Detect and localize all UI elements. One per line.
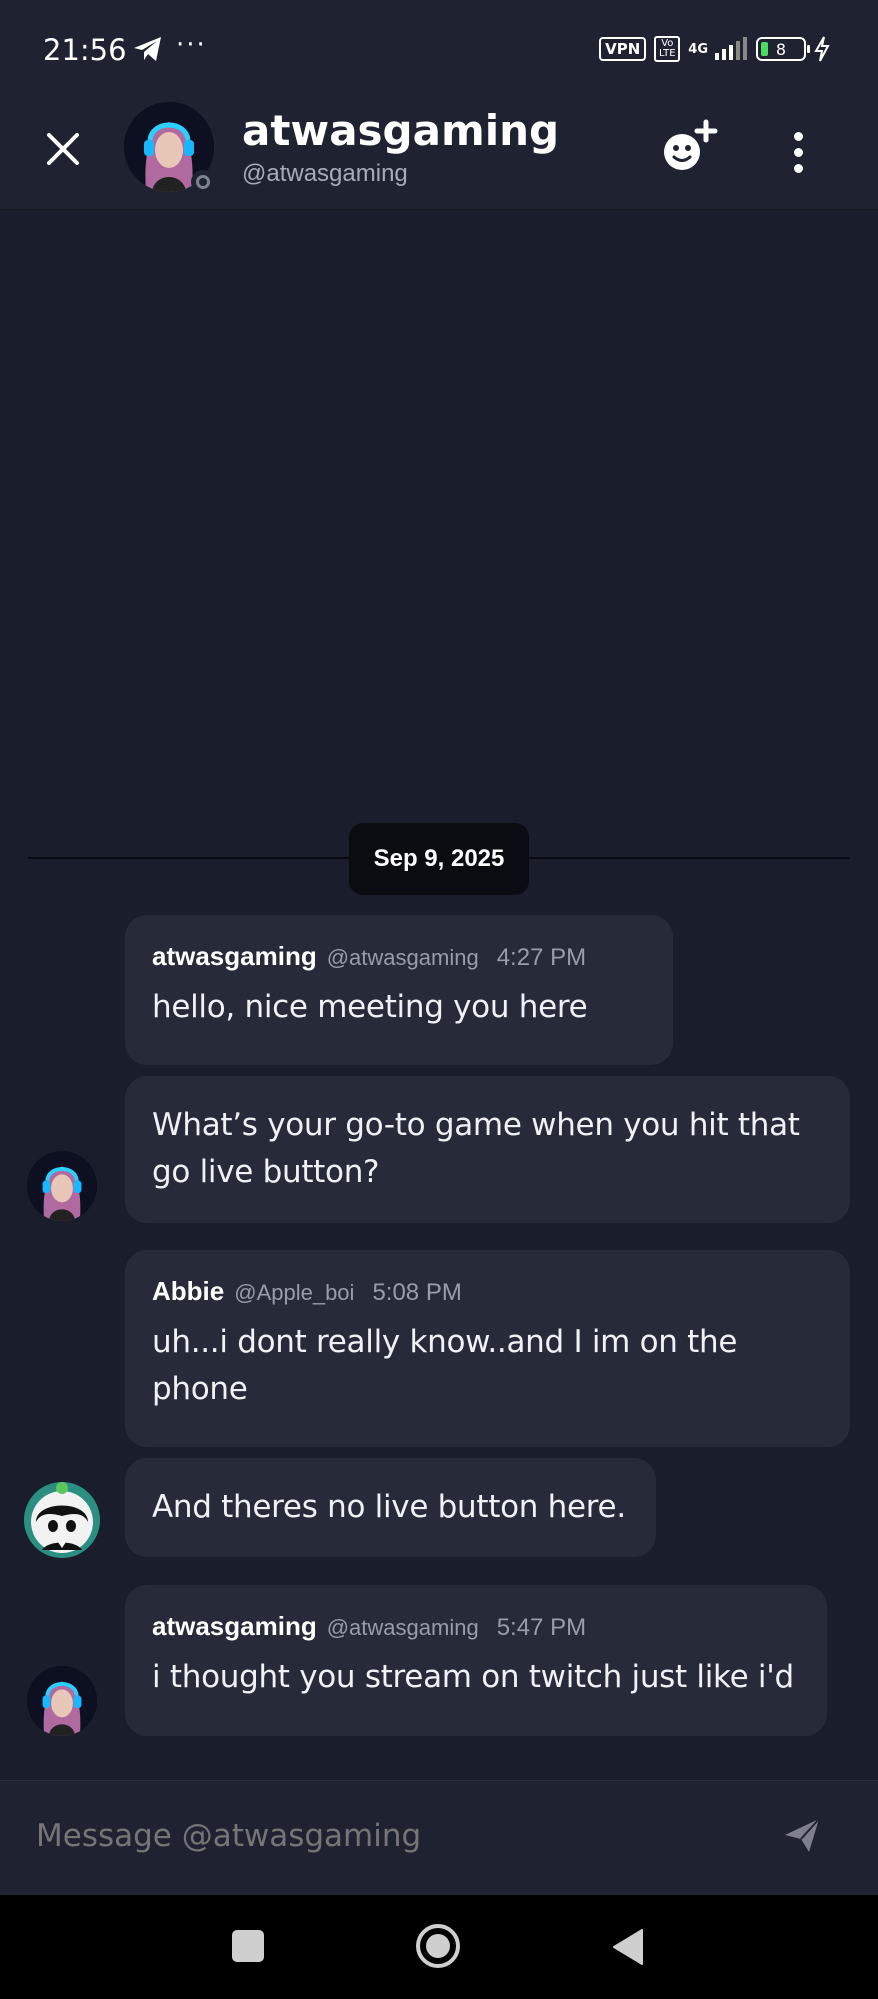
message-bubble[interactable]: And theres no live button here. — [125, 1458, 656, 1557]
message-text: i thought you stream on twitch just like… — [152, 1659, 794, 1695]
message-handle: @Apple_boi — [234, 1280, 355, 1305]
add-friend-icon — [664, 119, 718, 170]
close-icon — [47, 133, 79, 165]
battery-icon: 8 — [756, 37, 810, 61]
message-composer — [0, 1780, 878, 1895]
recents-icon[interactable] — [232, 1930, 264, 1962]
presence-indicator — [191, 170, 215, 194]
status-time: 21:56 — [43, 33, 127, 67]
message-meta: atwasgaming @atwasgaming 4:27 PM — [152, 941, 646, 972]
battery-level: 8 — [775, 39, 787, 59]
network-type: 4G — [688, 41, 708, 57]
message-time: 4:27 PM — [496, 944, 587, 971]
message-time: 5:08 PM — [372, 1279, 462, 1306]
message-author[interactable]: atwasgaming — [152, 1611, 317, 1642]
volte-badge: Vo LTE — [654, 36, 681, 62]
message-time: 5:47 PM — [496, 1614, 587, 1641]
charging-icon — [814, 36, 830, 62]
telegram-icon — [133, 36, 163, 66]
message-text: And theres no live button here. — [152, 1489, 626, 1525]
message-input[interactable] — [36, 1811, 736, 1861]
send-icon — [785, 1818, 820, 1852]
home-icon[interactable] — [416, 1924, 460, 1968]
message-bubble[interactable]: atwasgaming @atwasgaming 5:47 PM i thoug… — [125, 1585, 827, 1736]
system-nav-bar — [0, 1895, 878, 1999]
message-bubble[interactable]: Abbie @Apple_boi 5:08 PM uh...i dont rea… — [125, 1250, 850, 1447]
close-button[interactable] — [38, 124, 88, 174]
message-author[interactable]: Abbie — [152, 1276, 224, 1307]
date-divider: Sep 9, 2025 — [349, 823, 529, 895]
status-bar: 21:56 ··· VPN Vo LTE 4G 8 — [0, 0, 878, 100]
message-meta: atwasgaming @atwasgaming 5:47 PM — [152, 1611, 800, 1642]
message-text: What’s your go-to game when you hit that… — [152, 1107, 800, 1190]
message-handle: @atwasgaming — [326, 1615, 479, 1640]
vpn-badge: VPN — [599, 37, 647, 61]
back-icon[interactable] — [612, 1928, 644, 1970]
avatar[interactable] — [27, 1151, 97, 1221]
message-text: uh...i dont really know..and I im on the… — [152, 1324, 738, 1407]
signal-icon — [715, 37, 747, 60]
message-meta: Abbie @Apple_boi 5:08 PM — [152, 1276, 823, 1307]
avatar[interactable] — [27, 1666, 97, 1736]
avatar[interactable] — [24, 1482, 100, 1558]
message-bubble[interactable]: atwasgaming @atwasgaming 4:27 PM hello, … — [125, 915, 673, 1065]
more-vertical-icon — [793, 131, 803, 141]
chat-header: atwasgaming @atwasgaming — [0, 100, 878, 210]
message-handle: @atwasgaming — [326, 945, 479, 970]
overflow-indicator: ··· — [176, 30, 207, 60]
page-title[interactable]: atwasgaming — [242, 106, 559, 155]
message-author[interactable]: atwasgaming — [152, 941, 317, 972]
add-friend-button[interactable] — [658, 118, 726, 178]
message-bubble[interactable]: What’s your go-to game when you hit that… — [125, 1076, 850, 1223]
more-options-button[interactable] — [776, 122, 820, 182]
send-button[interactable] — [782, 1815, 832, 1865]
status-icons: VPN Vo LTE 4G 8 — [599, 36, 830, 62]
header-handle: @atwasgaming — [242, 160, 408, 187]
message-text: hello, nice meeting you here — [152, 989, 588, 1025]
